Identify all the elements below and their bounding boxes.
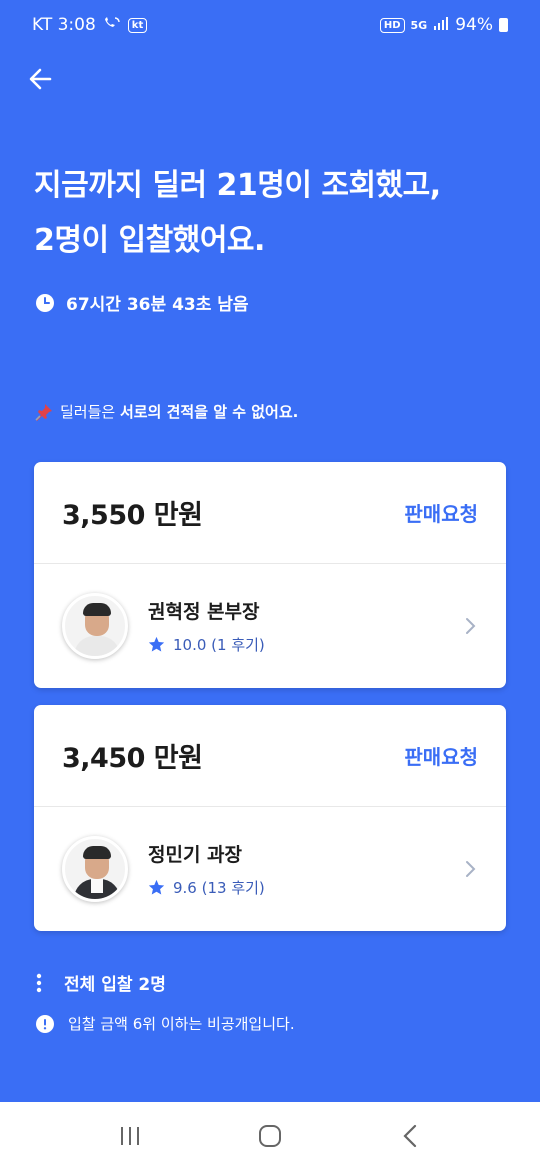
network-label: 5G — [410, 18, 428, 32]
dealer-row[interactable]: 권혁정 본부장 10.0 (1 후기) — [34, 564, 506, 688]
hd-badge: HD — [379, 17, 405, 33]
home-icon — [259, 1125, 281, 1147]
back-button[interactable] — [26, 64, 56, 94]
status-left: KT 3:08 kt — [32, 15, 148, 35]
battery-icon — [499, 18, 508, 32]
timer-text: 67시간 36분 43초 남음 — [66, 295, 249, 315]
chevron-right-icon — [466, 861, 476, 877]
star-icon — [148, 636, 165, 652]
dealer-name: 정민기 과장 — [148, 844, 243, 866]
chevron-right-icon — [466, 618, 476, 634]
avatar — [62, 836, 128, 902]
pushpin-icon — [35, 403, 52, 421]
dealer-rating: 10.0 (1 후기) — [148, 634, 464, 655]
private-note: 입찰 금액 6위 이하는 비공개입니다. — [36, 1013, 295, 1034]
bid-card: 3,550 만원 판매요청 권혁정 본부장 10.0 (1 후기) — [34, 462, 506, 688]
bid-card-header: 3,550 만원 판매요청 — [34, 462, 506, 564]
clock-icon — [36, 293, 54, 312]
wifi-calling-icon — [102, 15, 122, 35]
dealer-info: 권혁정 본부장 10.0 (1 후기) — [148, 597, 464, 655]
private-note-text: 입찰 금액 6위 이하는 비공개입니다. — [68, 1015, 295, 1033]
home-button[interactable] — [250, 1116, 290, 1156]
notice-bold: 서로의 견적을 알 수 없어요. — [119, 403, 299, 421]
dealer-info: 정민기 과장 9.6 (13 후기) — [148, 840, 464, 898]
bid-card: 3,450 만원 판매요청 정민기 과장 9.6 (13 후기) — [34, 705, 506, 931]
carrier-time: KT 3:08 — [32, 15, 96, 35]
bid-card-header: 3,450 만원 판매요청 — [34, 705, 506, 807]
status-right: HD 5G 94% — [379, 15, 508, 35]
kt-badge: kt — [127, 17, 148, 33]
headline-line1: 지금까지 딜러 21명이 조회했고, — [34, 168, 441, 203]
alert-icon — [36, 1014, 54, 1033]
notice-prefix: 딜러들은 — [60, 403, 120, 421]
total-bids-label: 전체 입찰 2명 — [64, 975, 166, 995]
dealer-rating: 9.6 (13 후기) — [148, 877, 464, 898]
signal-icon — [433, 15, 449, 35]
rating-text: 10.0 (1 후기) — [173, 636, 265, 654]
system-nav-bar — [0, 1102, 540, 1170]
star-icon — [148, 879, 165, 895]
rating-text: 9.6 (13 후기) — [173, 879, 265, 897]
bid-price: 3,450 만원 — [62, 743, 203, 774]
headline-line2: 2명이 입찰했어요. — [34, 223, 265, 258]
all-bids-link[interactable]: 전체 입찰 2명 — [36, 970, 166, 995]
dealer-name: 권혁정 본부장 — [148, 601, 260, 623]
sell-request-button[interactable]: 판매요청 — [404, 498, 478, 527]
system-back-button[interactable] — [390, 1116, 430, 1156]
chevron-left-icon — [403, 1124, 417, 1148]
recent-apps-icon — [121, 1127, 139, 1145]
sell-request-button[interactable]: 판매요청 — [404, 741, 478, 770]
more-vertical-icon — [36, 973, 42, 992]
recent-apps-button[interactable] — [110, 1116, 150, 1156]
arrow-left-icon — [29, 68, 52, 90]
status-bar: KT 3:08 kt HD 5G 94% — [0, 0, 540, 50]
dealer-row[interactable]: 정민기 과장 9.6 (13 후기) — [34, 807, 506, 931]
page-title: 지금까지 딜러 21명이 조회했고, 2명이 입찰했어요. — [34, 158, 514, 268]
avatar — [62, 593, 128, 659]
remaining-time: 67시간 36분 43초 남음 — [36, 290, 249, 315]
bid-price: 3,550 만원 — [62, 500, 203, 531]
privacy-notice: 딜러들은 서로의 견적을 알 수 없어요. — [34, 401, 298, 422]
battery-level: 94% — [455, 15, 493, 35]
